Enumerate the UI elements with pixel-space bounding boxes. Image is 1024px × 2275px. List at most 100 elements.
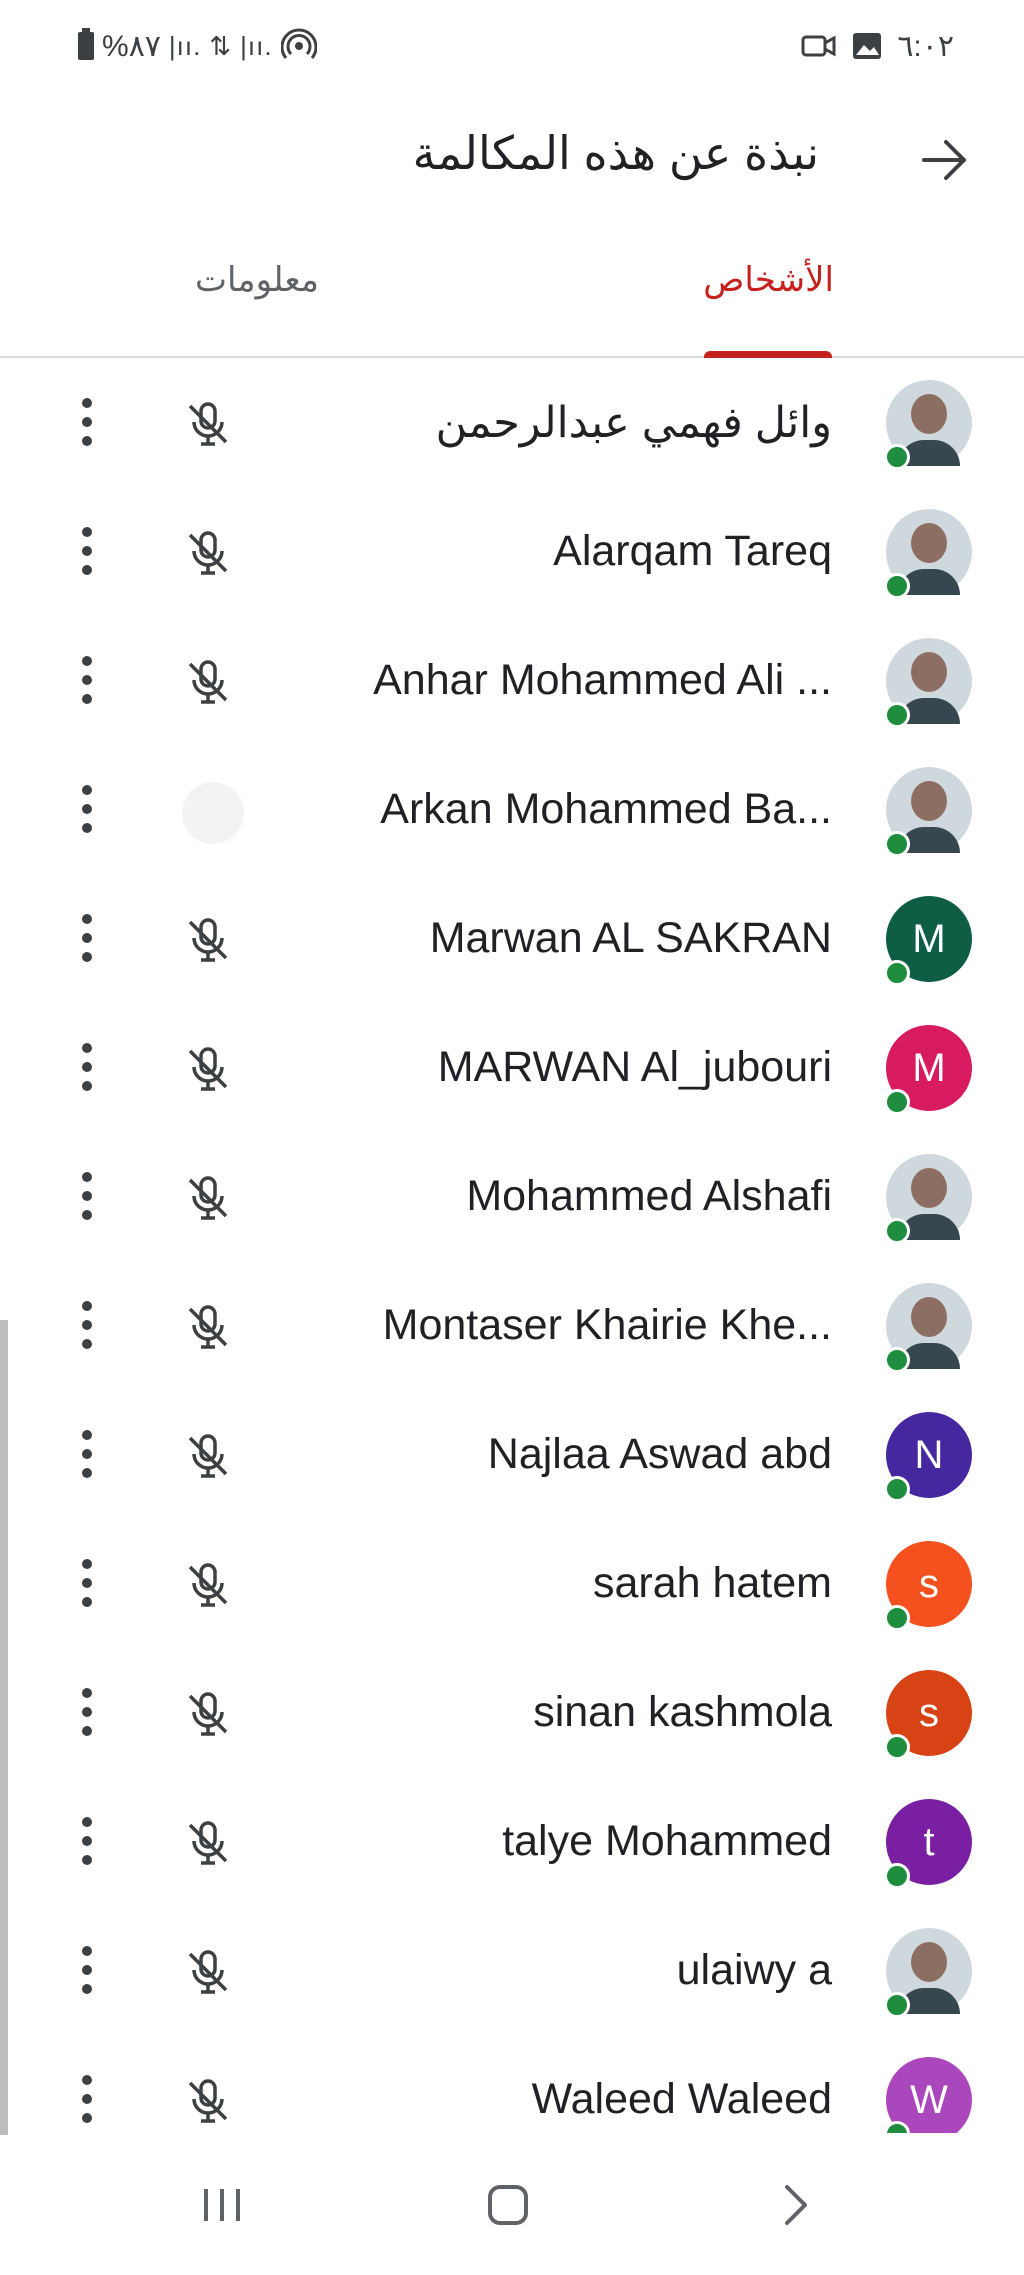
participant-row[interactable]: Arkan Mohammed Ba... (0, 745, 1024, 874)
app-header: نبذة عن هذه المكالمة (0, 90, 1024, 230)
participant-row[interactable]: M Marwan AL SAKRAN (0, 874, 1024, 1003)
online-status-dot (884, 1605, 910, 1631)
online-status-dot (884, 1734, 910, 1760)
avatar (884, 380, 972, 470)
more-options-icon[interactable] (70, 394, 104, 450)
online-status-dot (884, 1476, 910, 1502)
avatar (884, 1928, 972, 2018)
mic-off-icon (182, 398, 234, 450)
tab-info[interactable]: معلومات (195, 260, 319, 300)
more-options-icon[interactable] (70, 910, 104, 966)
participant-row[interactable]: N Najlaa Aswad abd (0, 1390, 1024, 1519)
tab-bar: الأشخاص معلومات (0, 230, 1024, 358)
participant-row[interactable]: ulaiwy a (0, 1906, 1024, 2035)
participant-name: MARWAN Al_jubouri (437, 1043, 832, 1091)
mic-off-icon (182, 656, 234, 708)
avatar (884, 1154, 972, 1244)
more-options-icon[interactable] (70, 2071, 104, 2127)
participant-row[interactable]: t talye Mohammed (0, 1777, 1024, 1906)
online-status-dot (884, 831, 910, 857)
participant-row[interactable]: s sarah hatem (0, 1519, 1024, 1648)
call-details-screen: %٨٧ |ıı. ⇅ |ıı. ٦:٠٢ نبذة عن هذه المكالم… (0, 0, 1024, 2275)
participant-row[interactable]: W Waleed Waleed (0, 2035, 1024, 2133)
online-status-dot (884, 702, 910, 728)
avatar-initial: s (919, 1561, 939, 1606)
mic-off-icon (182, 2075, 234, 2127)
more-options-icon[interactable] (70, 523, 104, 579)
participant-name: Alarqam Tareq (553, 527, 832, 575)
participant-name: sarah hatem (592, 1559, 832, 1607)
avatar (884, 767, 972, 857)
gallery-icon (853, 33, 882, 59)
avatar-initial: t (923, 1819, 935, 1864)
more-options-icon[interactable] (70, 1039, 104, 1095)
battery-percentage: %٨٧ (102, 29, 161, 63)
back-nav-icon[interactable] (765, 2175, 825, 2235)
home-icon[interactable] (478, 2175, 538, 2235)
avatar (884, 1283, 972, 1373)
avatar: W (884, 2057, 972, 2133)
mic-off-icon (182, 527, 234, 579)
more-options-icon[interactable] (70, 1168, 104, 1224)
active-tab-indicator (704, 351, 832, 358)
participant-name: sinan kashmola (533, 1688, 832, 1736)
status-right-group: ٦:٠٢ (801, 24, 954, 68)
more-options-icon[interactable] (70, 781, 104, 837)
more-options-icon[interactable] (70, 1813, 104, 1869)
recents-icon[interactable] (192, 2175, 252, 2235)
online-status-dot (884, 1089, 910, 1115)
mic-off-icon (182, 1301, 234, 1353)
avatar-initial: s (919, 1690, 939, 1735)
more-options-icon[interactable] (70, 1555, 104, 1611)
more-options-icon[interactable] (70, 1942, 104, 1998)
mic-off-icon (182, 1817, 234, 1869)
scrollbar[interactable] (0, 1320, 8, 2150)
online-status-dot (884, 1992, 910, 2018)
avatar-initial: M (912, 1045, 946, 1090)
participant-name: Arkan Mohammed Ba... (380, 785, 832, 833)
participant-row[interactable]: Montaser Khairie Khe... (0, 1261, 1024, 1390)
more-options-icon[interactable] (70, 1684, 104, 1740)
participant-name: ulaiwy a (676, 1946, 832, 1994)
participant-name: Marwan AL SAKRAN (429, 914, 832, 962)
battery-icon (78, 28, 94, 60)
online-status-dot (884, 1218, 910, 1244)
avatar-initial: W (910, 2077, 948, 2122)
participant-name: Waleed Waleed (531, 2075, 832, 2123)
participant-row[interactable]: M MARWAN Al_jubouri (0, 1003, 1024, 1132)
avatar-initial: M (912, 916, 946, 961)
avatar: s (884, 1670, 972, 1760)
avatar: M (884, 1025, 972, 1115)
online-status-dot (884, 2121, 910, 2133)
system-navigation-bar (0, 2135, 1024, 2275)
avatar (884, 509, 972, 599)
participant-row[interactable]: وائل فهمي عبدالرحمن (0, 358, 1024, 487)
participant-name: Montaser Khairie Khe... (382, 1301, 832, 1349)
participants-list[interactable]: وائل فهمي عبدالرحمن Alarqam Tareq Anhar Mo… (0, 358, 1024, 2133)
participant-name: وائل فهمي عبدالرحمن (435, 399, 832, 447)
avatar: t (884, 1799, 972, 1889)
participant-name: Mohammed Alshafi (466, 1172, 832, 1220)
back-arrow-icon[interactable] (916, 132, 972, 188)
participant-row[interactable]: s sinan kashmola (0, 1648, 1024, 1777)
more-options-icon[interactable] (70, 1426, 104, 1482)
avatar: s (884, 1541, 972, 1631)
signal-secondary-icon: |ıı. (240, 30, 273, 61)
avatar-initial: N (914, 1432, 944, 1477)
more-options-icon[interactable] (70, 1297, 104, 1353)
data-transfer-icon: ⇅ (209, 30, 233, 61)
participant-row[interactable]: Mohammed Alshafi (0, 1132, 1024, 1261)
video-camera-icon (801, 35, 836, 57)
more-options-icon[interactable] (70, 652, 104, 708)
clock: ٦:٠٢ (897, 29, 954, 63)
page-title: نبذة عن هذه المكالمة (412, 127, 819, 179)
online-status-dot (884, 444, 910, 470)
participant-name: talye Mohammed (502, 1817, 832, 1865)
participant-row[interactable]: Anhar Mohammed Ali ... (0, 616, 1024, 745)
online-status-dot (884, 1347, 910, 1373)
avatar: M (884, 896, 972, 986)
participant-row[interactable]: Alarqam Tareq (0, 487, 1024, 616)
tab-people[interactable]: الأشخاص (703, 260, 834, 300)
participant-name: Anhar Mohammed Ali ... (373, 656, 832, 704)
status-bar: %٨٧ |ıı. ⇅ |ıı. ٦:٠٢ (0, 0, 1024, 90)
